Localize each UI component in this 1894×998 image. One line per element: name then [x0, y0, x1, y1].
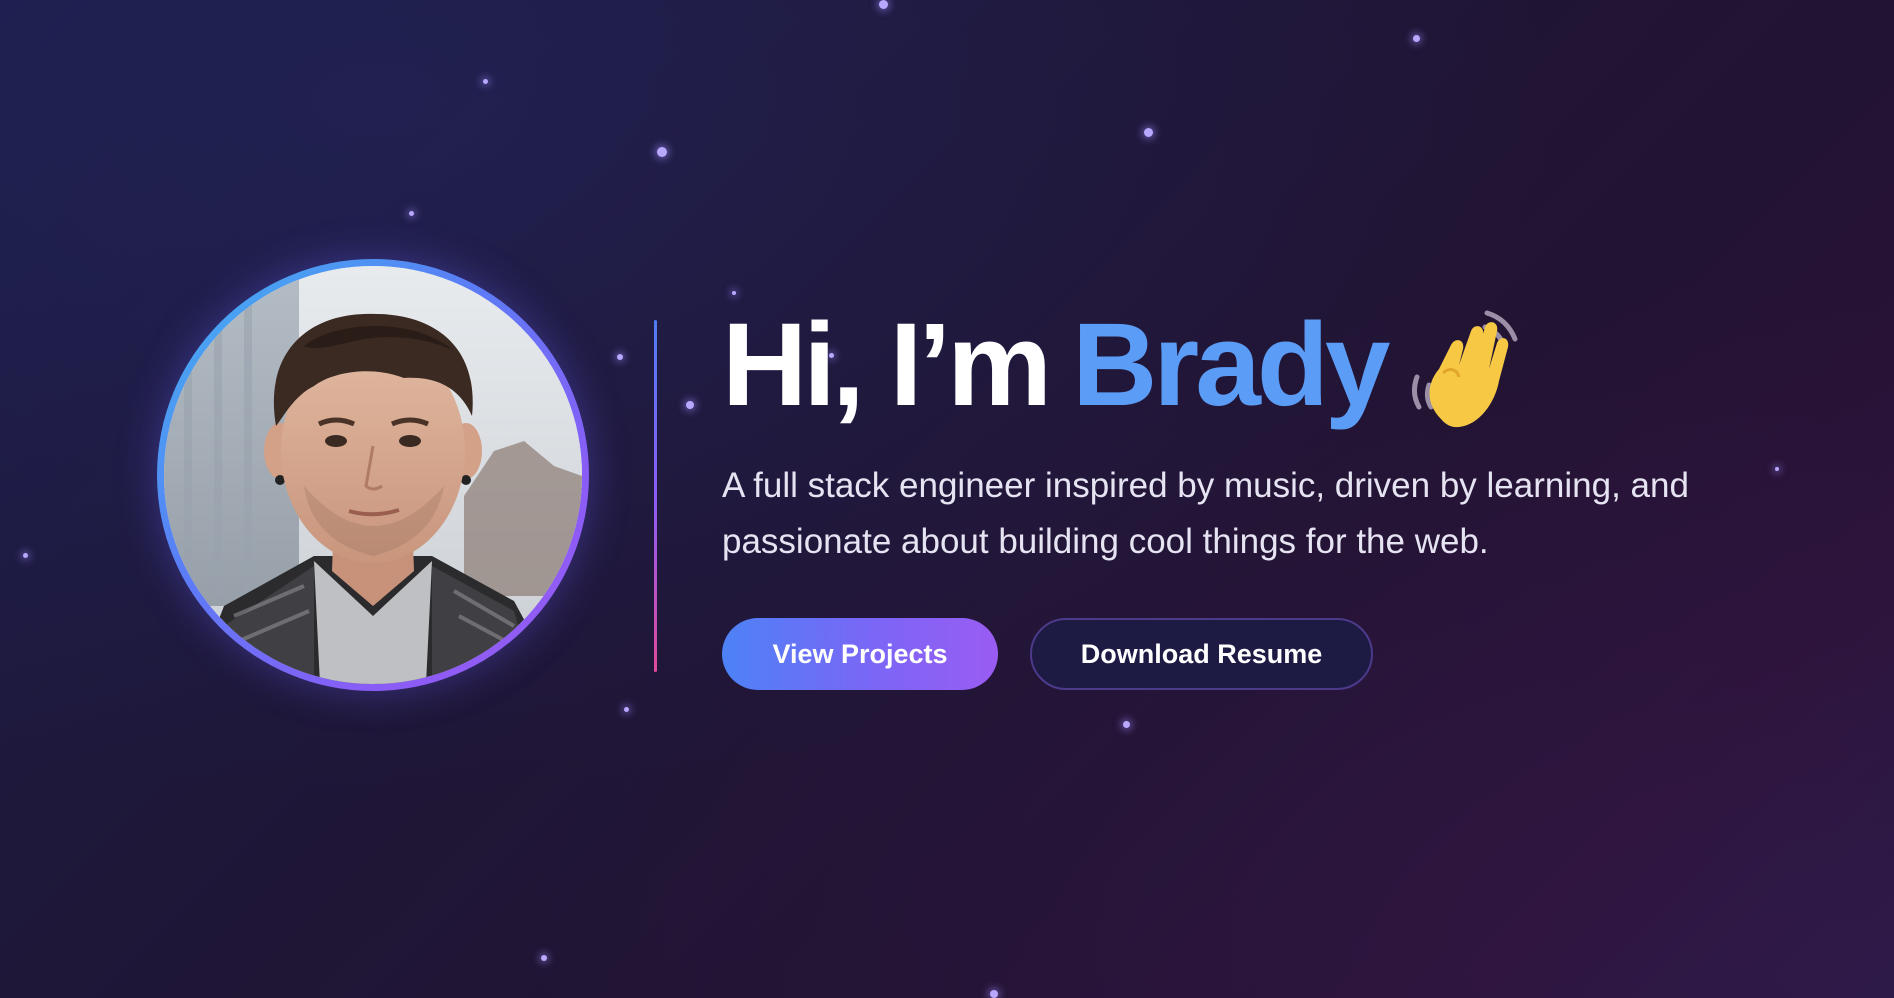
hero-content: Hi, I’m Brady A full stack engineer insp… [722, 300, 1802, 690]
hero-actions: View Projects Download Resume [722, 618, 1802, 690]
headline-name: Brady [1072, 299, 1390, 431]
view-projects-button[interactable]: View Projects [722, 618, 998, 690]
tagline-line-2: passionate about building cool things fo… [722, 522, 1489, 561]
vertical-accent-divider [654, 320, 657, 672]
profile-photo [164, 266, 582, 684]
headline-greeting: Hi, I’m [722, 299, 1052, 431]
waving-hand-icon [1407, 307, 1525, 431]
portrait-illustration [164, 266, 582, 684]
tagline-line-1: A full stack engineer inspired by music,… [722, 466, 1689, 505]
profile-photo-frame [157, 259, 589, 691]
hero-headline: Hi, I’m Brady [722, 300, 1802, 430]
hero-tagline: A full stack engineer inspired by music,… [722, 458, 1752, 570]
download-resume-button[interactable]: Download Resume [1030, 618, 1373, 690]
hero-section: Hi, I’m Brady A full stack engineer insp… [0, 0, 1894, 998]
